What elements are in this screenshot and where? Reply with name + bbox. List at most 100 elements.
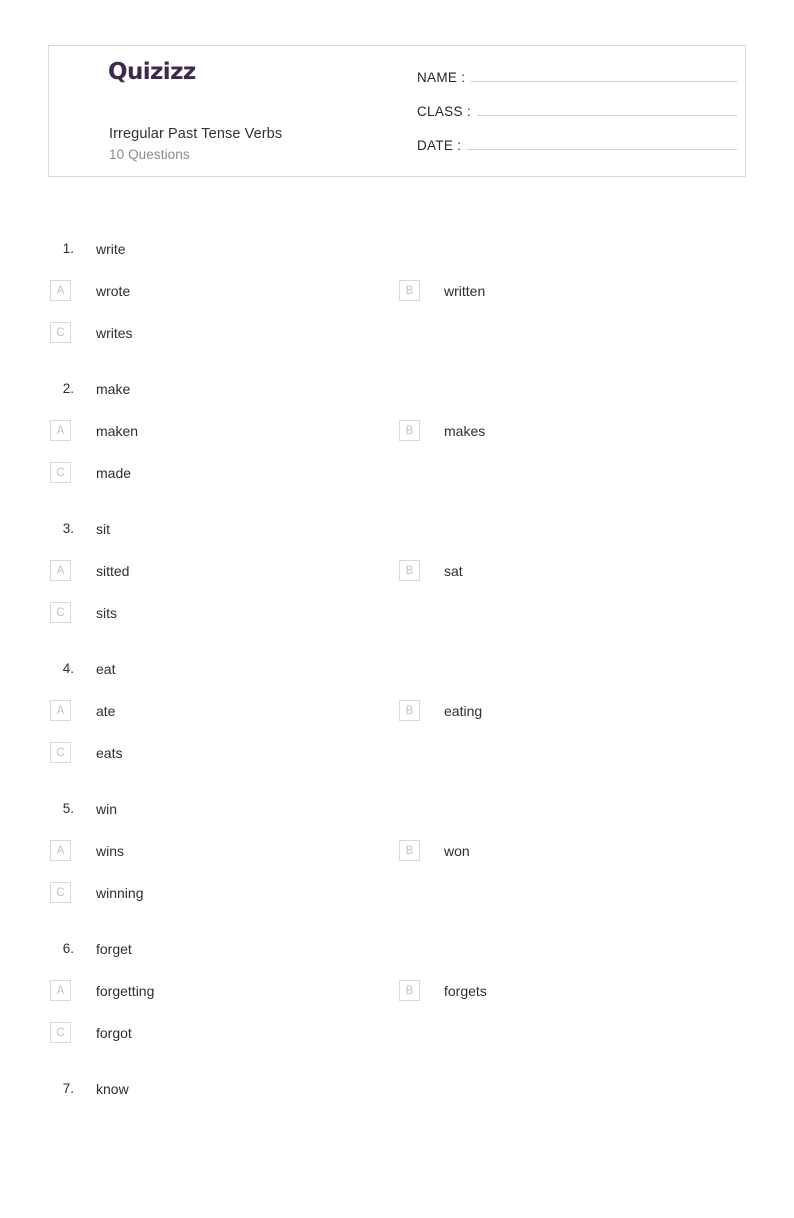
option-text: winning [96,884,144,901]
option-text: wins [96,842,125,859]
option-row: A sitted B sat [0,560,794,602]
answer-option[interactable]: B eating [399,700,482,721]
question-text: write [96,241,126,257]
question-item: 4. eat A ate B eating C eats [0,658,794,798]
question-number: 5. [62,801,74,816]
question-number: 2. [62,381,74,396]
option-row: A ate B eating [0,700,794,742]
question-heading: 6. forget [0,938,794,980]
option-text: written [444,282,486,299]
quizizz-logo: Quizizz [108,61,196,84]
answer-option[interactable]: B forgets [399,980,487,1001]
option-letter-badge: A [50,560,71,581]
option-letter-badge: A [50,980,71,1001]
option-letter-badge: B [399,840,420,861]
option-text: forgot [96,1024,132,1041]
option-letter-badge: B [399,420,420,441]
answer-option[interactable]: A ate [50,700,115,721]
option-row: C forgot [0,1022,794,1064]
date-field-row: DATE : [417,132,737,166]
name-field-input[interactable] [471,64,737,82]
name-field-row: NAME : [417,64,737,98]
answer-option[interactable]: B makes [399,420,485,441]
question-heading: 3. sit [0,518,794,560]
question-item: 5. win A wins B won C winning [0,798,794,938]
option-row: C writes [0,322,794,364]
option-row: C eats [0,742,794,784]
option-letter-badge: B [399,980,420,1001]
option-letter-badge: C [50,462,71,483]
class-field-label: CLASS : [417,104,471,119]
option-text: sat [444,562,463,579]
answer-option[interactable]: A sitted [50,560,129,581]
question-number: 3. [62,521,74,536]
option-text: eats [96,744,123,761]
answer-option[interactable]: A forgetting [50,980,154,1001]
option-letter-badge: B [399,700,420,721]
question-heading: 7. know [0,1078,794,1120]
answer-option[interactable]: C forgot [50,1022,132,1043]
option-text: maken [96,422,139,439]
option-letter-badge: B [399,560,420,581]
answer-option[interactable]: C sits [50,602,117,623]
date-field-input[interactable] [467,132,737,150]
question-text: eat [96,661,116,677]
answer-option[interactable]: A maken [50,420,138,441]
questions-list: 1. write A wrote B written C writes 2. m… [0,238,794,1218]
worksheet-header-card: Quizizz Irregular Past Tense Verbs 10 Qu… [48,45,746,177]
question-number: 6. [62,941,74,956]
option-text: forgetting [96,982,155,999]
question-heading: 2. make [0,378,794,420]
option-text: sits [96,604,117,621]
quizizz-logo-text: Quizizz [108,59,196,85]
answer-option[interactable]: C eats [50,742,122,763]
answer-option[interactable]: B won [399,840,470,861]
option-letter-badge: B [399,280,420,301]
answer-option[interactable]: C winning [50,882,143,903]
question-text: forget [96,941,132,957]
option-row: C winning [0,882,794,924]
header-left-section: Quizizz Irregular Past Tense Verbs 10 Qu… [61,46,411,176]
question-count-label: 10 Questions [109,147,190,162]
answer-option[interactable]: B written [399,280,485,301]
option-text: won [444,842,470,859]
option-text: makes [444,422,486,439]
option-text: writes [96,324,133,341]
option-letter-badge: C [50,742,71,763]
option-letter-badge: A [50,420,71,441]
option-row: A forgetting B forgets [0,980,794,1022]
question-number: 7. [62,1081,74,1096]
option-text: made [96,464,132,481]
option-letter-badge: C [50,1022,71,1043]
option-letter-badge: A [50,280,71,301]
option-letter-badge: A [50,700,71,721]
question-heading: 5. win [0,798,794,840]
option-text: sitted [96,562,130,579]
answer-option[interactable]: A wins [50,840,124,861]
question-item: 6. forget A forgetting B forgets C forgo… [0,938,794,1078]
option-letter-badge: C [50,882,71,903]
question-item: 3. sit A sitted B sat C sits [0,518,794,658]
option-row: A wins B won [0,840,794,882]
question-heading: 4. eat [0,658,794,700]
class-field-input[interactable] [476,98,737,116]
option-text: ate [96,702,116,719]
option-letter-badge: C [50,322,71,343]
name-field-label: NAME : [417,70,466,85]
question-number: 1. [62,241,74,256]
option-letter-badge: A [50,840,71,861]
question-number: 4. [62,661,74,676]
option-row: C sits [0,602,794,644]
answer-option[interactable]: C made [50,462,131,483]
answer-option[interactable]: C writes [50,322,133,343]
question-text: sit [96,521,110,537]
answer-option[interactable]: A wrote [50,280,130,301]
question-item: 7. know [0,1078,794,1218]
question-item: 1. write A wrote B written C writes [0,238,794,378]
option-text: forgets [444,982,487,999]
date-field-label: DATE : [417,138,462,153]
class-field-row: CLASS : [417,98,737,132]
option-row: A wrote B written [0,280,794,322]
answer-option[interactable]: B sat [399,560,463,581]
page-title: Irregular Past Tense Verbs [109,126,283,142]
